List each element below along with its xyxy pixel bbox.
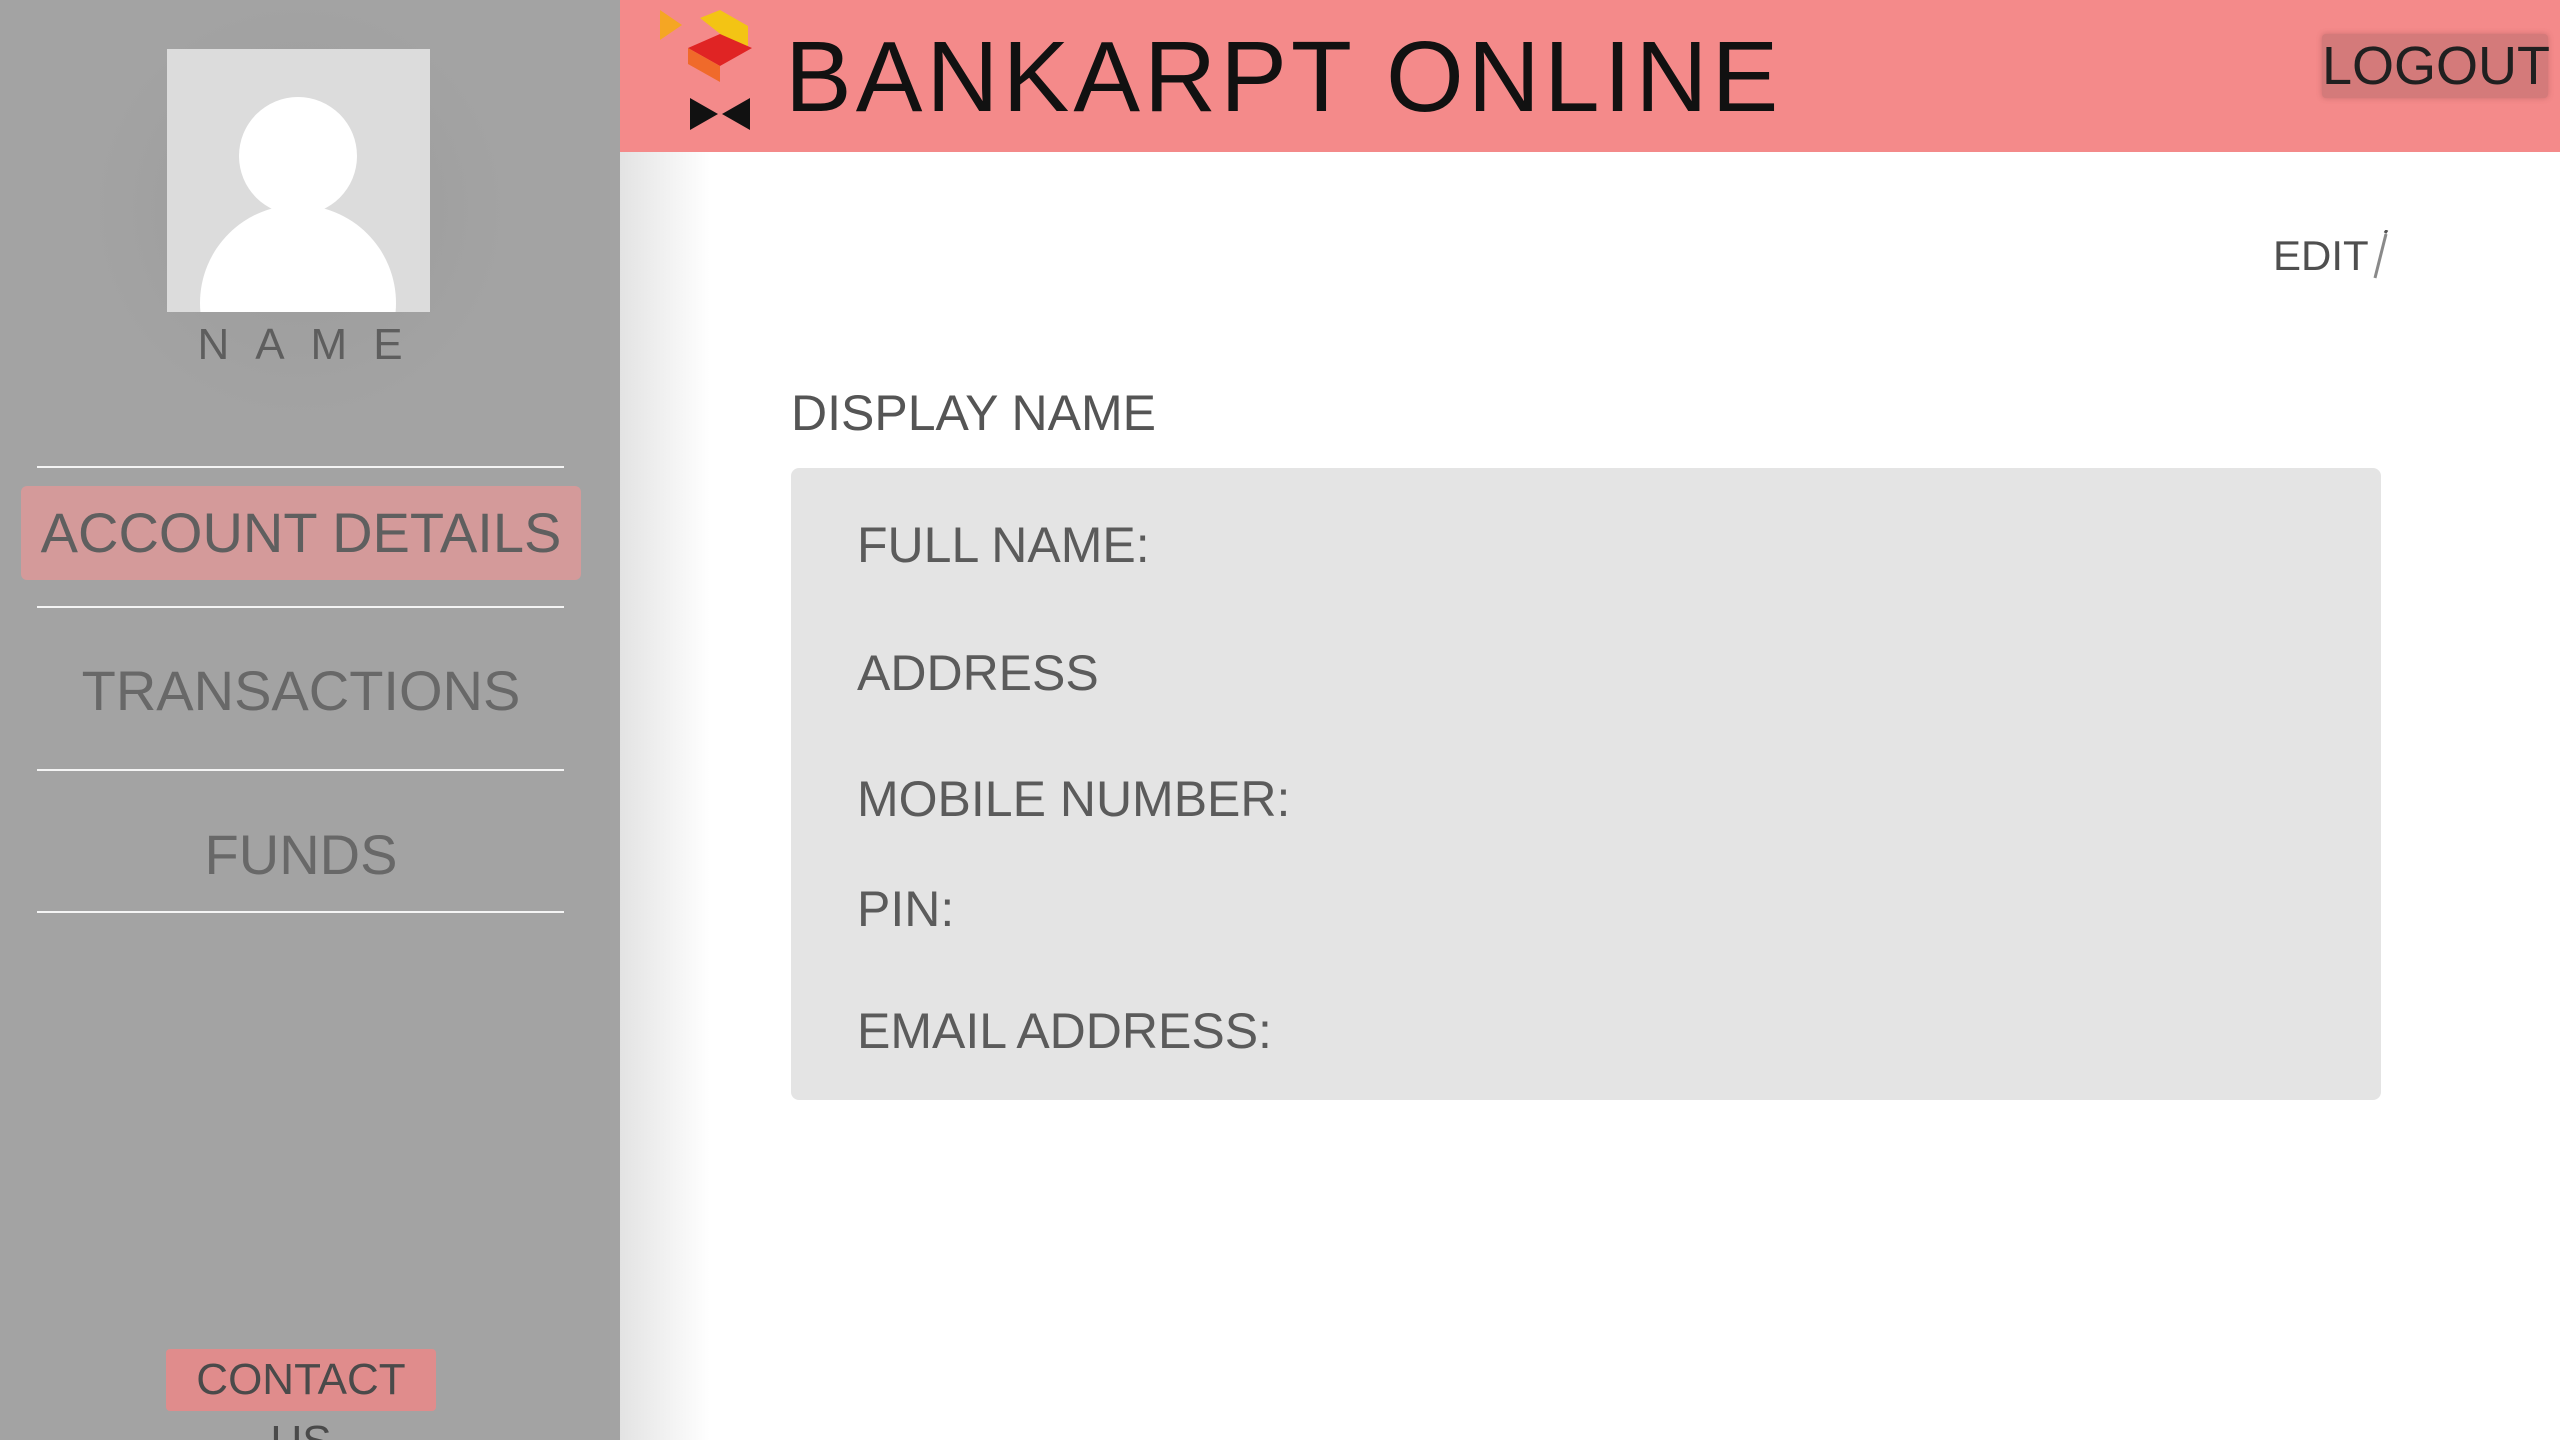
- nav-divider: [37, 911, 564, 913]
- sidebar: NAME ACCOUNT DETAILS TRANSACTIONS FUNDS …: [0, 0, 620, 1440]
- pencil-icon: [2373, 229, 2389, 280]
- nav-divider: [37, 769, 564, 771]
- edit-label: EDIT: [2273, 232, 2369, 279]
- avatar-body: [200, 205, 396, 312]
- avatar-head: [239, 97, 357, 215]
- nav-divider: [37, 606, 564, 608]
- edit-button[interactable]: EDIT: [2273, 229, 2389, 280]
- bankarpt-logo-icon: [660, 10, 752, 130]
- nav-item-transactions[interactable]: TRANSACTIONS: [21, 644, 581, 738]
- brand-title: BANKARPT ONLINE: [785, 21, 1783, 133]
- nav-item-funds[interactable]: FUNDS: [21, 808, 581, 902]
- mobile-number-label: MOBILE NUMBER:: [857, 771, 1291, 827]
- address-label: ADDRESS: [857, 645, 1099, 701]
- pin-label: PIN:: [857, 881, 955, 937]
- section-title: DISPLAY NAME: [791, 385, 1156, 441]
- full-name-label: FULL NAME:: [857, 517, 1150, 573]
- email-address-label: EMAIL ADDRESS:: [857, 1003, 1272, 1059]
- nav-divider: [37, 466, 564, 468]
- account-details-panel: FULL NAME: ADDRESS MOBILE NUMBER: PIN: E…: [791, 468, 2381, 1100]
- contact-us-button[interactable]: CONTACT US: [166, 1349, 436, 1440]
- main-content: EDIT DISPLAY NAME FULL NAME: ADDRESS MOB…: [620, 152, 2560, 1440]
- nav-item-account-details[interactable]: ACCOUNT DETAILS: [21, 486, 581, 580]
- logout-button[interactable]: LOGOUT: [2322, 34, 2550, 98]
- app-window: NAME ACCOUNT DETAILS TRANSACTIONS FUNDS …: [0, 0, 2560, 1440]
- profile-name: NAME: [197, 320, 429, 369]
- avatar-user-icon: [167, 49, 430, 312]
- header-bar: BANKARPT ONLINE LOGOUT: [620, 0, 2560, 152]
